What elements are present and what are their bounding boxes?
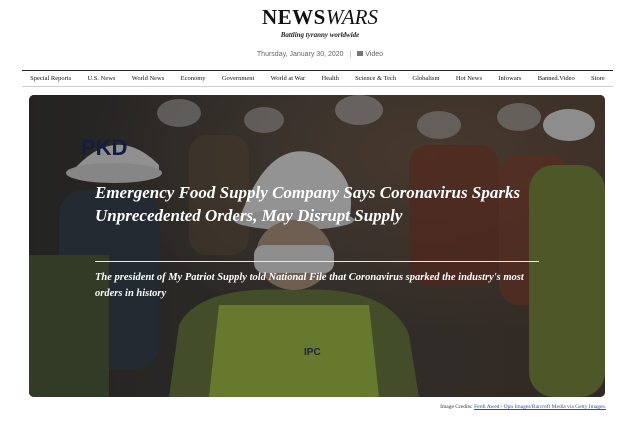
featured-article[interactable]: PKD IPC Emergency Food Supply Company Sa… [29,95,605,397]
logo-wars: WARS [325,5,379,29]
logo-news: NEWS [261,5,326,29]
current-date: Thursday, January 30, 2020 [256,51,344,58]
dateline: Thursday, January 30, 2020 | Video [0,50,640,58]
nav-government[interactable]: Government [222,75,255,82]
nav-store[interactable]: Store [591,75,605,82]
image-credit: Image Credits: Ferdi Awed / Opn Images/B… [440,404,606,410]
nav-world-news[interactable]: World News [132,75,165,82]
image-credit-label: Image Credits: [440,404,473,410]
nav-infowars[interactable]: Infowars [498,75,521,82]
nav-special-reports[interactable]: Special Reports [30,75,71,82]
tagline: Battling tyranny worldwide [280,31,360,39]
nav-hot-news[interactable]: Hot News [456,75,482,82]
headline-divider [95,261,539,262]
video-label: Video [365,51,384,58]
main-nav: Special Reports U.S. News World News Eco… [22,70,613,87]
article-summary: The president of My Patriot Supply told … [95,272,524,299]
nav-us-news[interactable]: U.S. News [87,75,115,82]
nav-globalism[interactable]: Globalism [412,75,439,82]
video-icon [357,50,364,56]
dateline-divider: | [349,51,352,58]
image-credit-link[interactable]: Ferdi Awed / Opn Images/Barcroft Media v… [474,404,606,410]
article-headline[interactable]: Emergency Food Supply Company Says Coron… [95,181,525,227]
video-link[interactable]: Video [357,50,384,58]
nav-science-tech[interactable]: Science & Tech [355,75,396,82]
site-logo[interactable]: NEWSWARS [262,4,378,30]
hero-overlay [29,95,605,397]
nav-world-at-war[interactable]: World at War [271,75,306,82]
nav-health[interactable]: Health [322,75,339,82]
masthead: NEWSWARS [0,4,640,30]
nav-economy[interactable]: Economy [181,75,206,82]
nav-banned-video[interactable]: Banned.Video [538,75,575,82]
